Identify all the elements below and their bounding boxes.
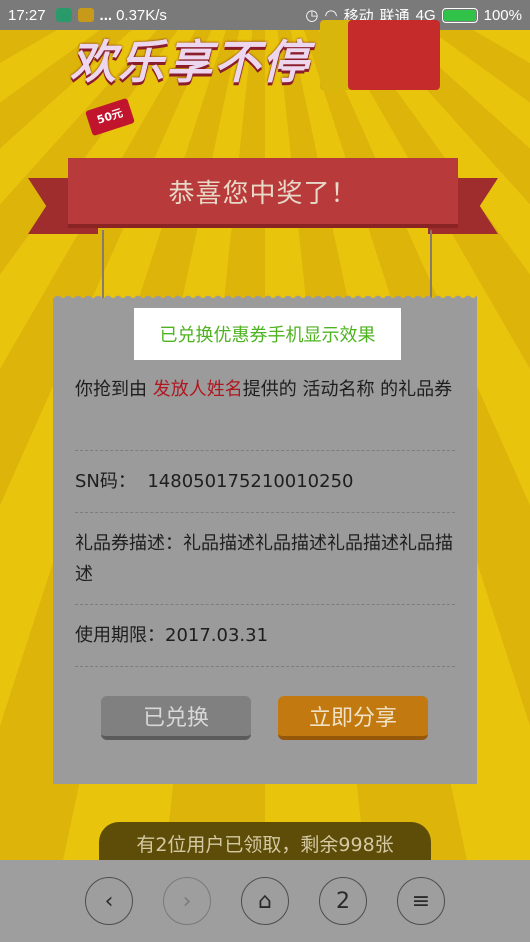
divider [75, 666, 455, 667]
back-icon[interactable]: ‹ [85, 877, 133, 925]
description-row: 礼品券描述：礼品描述礼品描述礼品描述礼品描述 [75, 528, 455, 590]
browser-nav-bar: ‹ › ⌂ 2 ≡ [0, 860, 530, 942]
divider [75, 512, 455, 513]
home-icon[interactable]: ⌂ [241, 877, 289, 925]
battery-level: 100% [483, 6, 522, 24]
coupon-card: 已兑换优惠券手机显示效果 你抢到由 发放人姓名提供的 活动名称 的礼品券 SN码… [53, 292, 477, 784]
expiry-label: 使用期限： [75, 625, 165, 646]
share-now-button[interactable]: 立即分享 [278, 696, 428, 740]
menu-icon[interactable]: ≡ [397, 877, 445, 925]
ribbon-text: 恭喜您中奖了！ [168, 178, 358, 209]
expiry-value: 2017.03.31 [165, 625, 269, 646]
source-prefix: 你抢到由 [75, 379, 153, 400]
sn-row: SN码： 148050175210010250 [75, 466, 455, 497]
coupon-card-title: 已兑换优惠券手机显示效果 [134, 308, 401, 360]
congrats-ribbon: 恭喜您中奖了！ [28, 158, 498, 234]
sn-value: 148050175210010250 [147, 471, 354, 492]
redeemed-button[interactable]: 已兑换 [101, 696, 251, 740]
hero-title: 欢乐享不停 [70, 35, 310, 89]
hero-banner: 欢乐享不停 [60, 20, 470, 100]
status-time: 17:27 [8, 6, 46, 24]
gift-box-icon [320, 20, 440, 90]
description-label: 礼品券描述： [75, 533, 183, 554]
source-suffix: 提供的 活动名称 的礼品券 [242, 379, 453, 400]
coupon-badge: 50元 [85, 97, 135, 137]
divider [75, 450, 455, 451]
forward-icon[interactable]: › [163, 877, 211, 925]
expiry-row: 使用期限：2017.03.31 [75, 620, 455, 651]
issuer-name: 发放人姓名 [152, 379, 243, 400]
ribbon-banner: 恭喜您中奖了！ [68, 158, 458, 228]
tabs-button[interactable]: 2 [319, 877, 367, 925]
sn-label: SN码： [75, 471, 136, 492]
coupon-source-text: 你抢到由 发放人姓名提供的 活动名称 的礼品券 [75, 374, 455, 405]
divider [75, 604, 455, 605]
claimed-count-banner: 有2位用户已领取，剩余998张 [99, 822, 431, 862]
